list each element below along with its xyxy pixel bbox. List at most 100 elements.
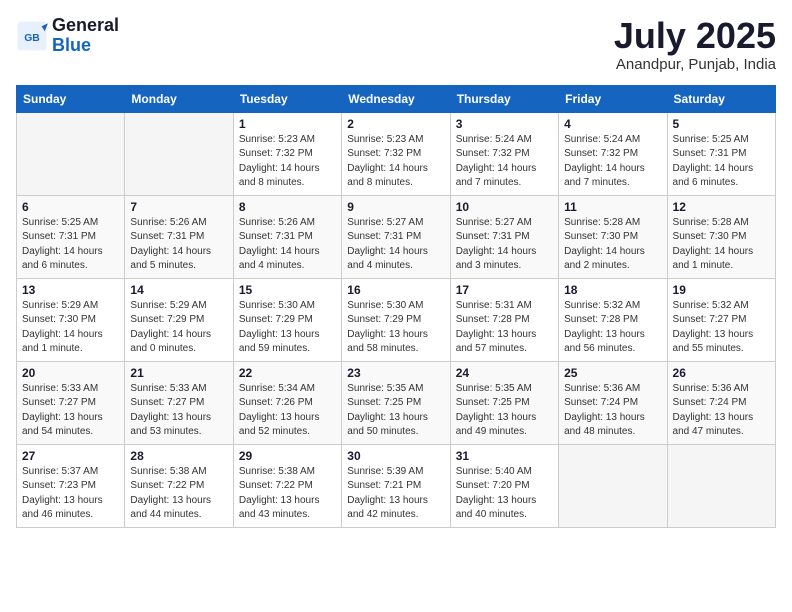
calendar-day-cell: 20 Sunrise: 5:33 AM Sunset: 7:27 PM Dayli… <box>17 361 125 444</box>
logo: GB General Blue <box>16 16 119 56</box>
day-detail: Sunrise: 5:23 AM Sunset: 7:32 PM Dayligh… <box>239 133 336 191</box>
month-title: July 2025 <box>614 16 776 56</box>
weekday-header: Sunday <box>17 85 125 112</box>
weekday-row: SundayMondayTuesdayWednesdayThursdayFrid… <box>17 85 776 112</box>
svg-text:GB: GB <box>24 33 40 44</box>
day-detail: Sunrise: 5:32 AM Sunset: 7:27 PM Dayligh… <box>673 299 770 357</box>
calendar-day-cell: 1 Sunrise: 5:23 AM Sunset: 7:32 PM Daylig… <box>233 112 341 195</box>
calendar-day-cell: 5 Sunrise: 5:25 AM Sunset: 7:31 PM Daylig… <box>667 112 775 195</box>
day-number: 4 <box>564 117 661 131</box>
day-detail: Sunrise: 5:28 AM Sunset: 7:30 PM Dayligh… <box>564 216 661 274</box>
day-detail: Sunrise: 5:27 AM Sunset: 7:31 PM Dayligh… <box>347 216 444 274</box>
day-number: 13 <box>22 283 119 297</box>
calendar-day-cell: 19 Sunrise: 5:32 AM Sunset: 7:27 PM Dayli… <box>667 278 775 361</box>
day-number: 16 <box>347 283 444 297</box>
day-detail: Sunrise: 5:28 AM Sunset: 7:30 PM Dayligh… <box>673 216 770 274</box>
weekday-header: Friday <box>559 85 667 112</box>
day-number: 28 <box>130 449 227 463</box>
calendar-day-cell: 12 Sunrise: 5:28 AM Sunset: 7:30 PM Dayli… <box>667 195 775 278</box>
day-number: 2 <box>347 117 444 131</box>
day-detail: Sunrise: 5:32 AM Sunset: 7:28 PM Dayligh… <box>564 299 661 357</box>
calendar-day-cell: 16 Sunrise: 5:30 AM Sunset: 7:29 PM Dayli… <box>342 278 450 361</box>
calendar-header: SundayMondayTuesdayWednesdayThursdayFrid… <box>17 85 776 112</box>
day-detail: Sunrise: 5:31 AM Sunset: 7:28 PM Dayligh… <box>456 299 553 357</box>
day-detail: Sunrise: 5:38 AM Sunset: 7:22 PM Dayligh… <box>130 465 227 523</box>
day-detail: Sunrise: 5:40 AM Sunset: 7:20 PM Dayligh… <box>456 465 553 523</box>
day-detail: Sunrise: 5:26 AM Sunset: 7:31 PM Dayligh… <box>239 216 336 274</box>
day-detail: Sunrise: 5:30 AM Sunset: 7:29 PM Dayligh… <box>347 299 444 357</box>
day-number: 20 <box>22 366 119 380</box>
day-detail: Sunrise: 5:33 AM Sunset: 7:27 PM Dayligh… <box>130 382 227 440</box>
day-number: 15 <box>239 283 336 297</box>
logo-icon: GB <box>16 20 48 52</box>
calendar-week-row: 6 Sunrise: 5:25 AM Sunset: 7:31 PM Daylig… <box>17 195 776 278</box>
day-number: 25 <box>564 366 661 380</box>
title-block: July 2025 Anandpur, Punjab, India <box>614 16 776 73</box>
calendar-day-cell: 22Sunrise: 5:34 AM Sunset: 7:26 PM Dayli… <box>233 361 341 444</box>
calendar-day-cell: 9 Sunrise: 5:27 AM Sunset: 7:31 PM Daylig… <box>342 195 450 278</box>
day-detail: Sunrise: 5:23 AM Sunset: 7:32 PM Dayligh… <box>347 133 444 191</box>
day-number: 19 <box>673 283 770 297</box>
day-detail: Sunrise: 5:25 AM Sunset: 7:31 PM Dayligh… <box>673 133 770 191</box>
day-detail: Sunrise: 5:25 AM Sunset: 7:31 PM Dayligh… <box>22 216 119 274</box>
day-number: 14 <box>130 283 227 297</box>
day-number: 18 <box>564 283 661 297</box>
calendar-day-cell: 10Sunrise: 5:27 AM Sunset: 7:31 PM Dayli… <box>450 195 558 278</box>
calendar-week-row: 1 Sunrise: 5:23 AM Sunset: 7:32 PM Daylig… <box>17 112 776 195</box>
calendar-day-cell: 13Sunrise: 5:29 AM Sunset: 7:30 PM Dayli… <box>17 278 125 361</box>
weekday-header: Thursday <box>450 85 558 112</box>
day-number: 1 <box>239 117 336 131</box>
calendar-day-cell: 3Sunrise: 5:24 AM Sunset: 7:32 PM Daylig… <box>450 112 558 195</box>
calendar-body: 1 Sunrise: 5:23 AM Sunset: 7:32 PM Daylig… <box>17 112 776 527</box>
day-number: 26 <box>673 366 770 380</box>
day-number: 27 <box>22 449 119 463</box>
day-detail: Sunrise: 5:24 AM Sunset: 7:32 PM Dayligh… <box>564 133 661 191</box>
calendar-day-cell <box>125 112 233 195</box>
day-detail: Sunrise: 5:33 AM Sunset: 7:27 PM Dayligh… <box>22 382 119 440</box>
day-number: 10 <box>456 200 553 214</box>
calendar-week-row: 27 Sunrise: 5:37 AM Sunset: 7:23 PM Dayli… <box>17 444 776 527</box>
calendar-day-cell <box>17 112 125 195</box>
calendar-day-cell: 11 Sunrise: 5:28 AM Sunset: 7:30 PM Dayli… <box>559 195 667 278</box>
calendar-day-cell: 15 Sunrise: 5:30 AM Sunset: 7:29 PM Dayli… <box>233 278 341 361</box>
weekday-header: Monday <box>125 85 233 112</box>
calendar-day-cell: 2 Sunrise: 5:23 AM Sunset: 7:32 PM Daylig… <box>342 112 450 195</box>
day-number: 22 <box>239 366 336 380</box>
day-detail: Sunrise: 5:26 AM Sunset: 7:31 PM Dayligh… <box>130 216 227 274</box>
calendar-day-cell: 4 Sunrise: 5:24 AM Sunset: 7:32 PM Daylig… <box>559 112 667 195</box>
calendar-day-cell: 18 Sunrise: 5:32 AM Sunset: 7:28 PM Dayli… <box>559 278 667 361</box>
day-number: 12 <box>673 200 770 214</box>
day-detail: Sunrise: 5:36 AM Sunset: 7:24 PM Dayligh… <box>564 382 661 440</box>
day-number: 6 <box>22 200 119 214</box>
day-number: 9 <box>347 200 444 214</box>
day-number: 3 <box>456 117 553 131</box>
weekday-header: Wednesday <box>342 85 450 112</box>
day-detail: Sunrise: 5:38 AM Sunset: 7:22 PM Dayligh… <box>239 465 336 523</box>
calendar-day-cell: 6 Sunrise: 5:25 AM Sunset: 7:31 PM Daylig… <box>17 195 125 278</box>
day-number: 5 <box>673 117 770 131</box>
weekday-header: Tuesday <box>233 85 341 112</box>
day-number: 23 <box>347 366 444 380</box>
calendar-day-cell: 27 Sunrise: 5:37 AM Sunset: 7:23 PM Dayli… <box>17 444 125 527</box>
calendar-day-cell: 28 Sunrise: 5:38 AM Sunset: 7:22 PM Dayli… <box>125 444 233 527</box>
logo-text: General Blue <box>52 16 119 56</box>
calendar-day-cell: 14 Sunrise: 5:29 AM Sunset: 7:29 PM Dayli… <box>125 278 233 361</box>
day-detail: Sunrise: 5:30 AM Sunset: 7:29 PM Dayligh… <box>239 299 336 357</box>
location: Anandpur, Punjab, India <box>614 56 776 73</box>
day-detail: Sunrise: 5:35 AM Sunset: 7:25 PM Dayligh… <box>347 382 444 440</box>
day-number: 30 <box>347 449 444 463</box>
calendar-day-cell: 23 Sunrise: 5:35 AM Sunset: 7:25 PM Dayli… <box>342 361 450 444</box>
calendar-day-cell: 29Sunrise: 5:38 AM Sunset: 7:22 PM Dayli… <box>233 444 341 527</box>
day-detail: Sunrise: 5:39 AM Sunset: 7:21 PM Dayligh… <box>347 465 444 523</box>
calendar-day-cell: 8Sunrise: 5:26 AM Sunset: 7:31 PM Daylig… <box>233 195 341 278</box>
calendar-week-row: 20 Sunrise: 5:33 AM Sunset: 7:27 PM Dayli… <box>17 361 776 444</box>
day-number: 17 <box>456 283 553 297</box>
day-number: 11 <box>564 200 661 214</box>
day-detail: Sunrise: 5:29 AM Sunset: 7:29 PM Dayligh… <box>130 299 227 357</box>
calendar-day-cell: 21Sunrise: 5:33 AM Sunset: 7:27 PM Dayli… <box>125 361 233 444</box>
logo-blue: Blue <box>52 36 119 56</box>
calendar-day-cell: 30 Sunrise: 5:39 AM Sunset: 7:21 PM Dayli… <box>342 444 450 527</box>
day-detail: Sunrise: 5:37 AM Sunset: 7:23 PM Dayligh… <box>22 465 119 523</box>
calendar-day-cell: 25 Sunrise: 5:36 AM Sunset: 7:24 PM Dayli… <box>559 361 667 444</box>
calendar-day-cell: 26Sunrise: 5:36 AM Sunset: 7:24 PM Dayli… <box>667 361 775 444</box>
